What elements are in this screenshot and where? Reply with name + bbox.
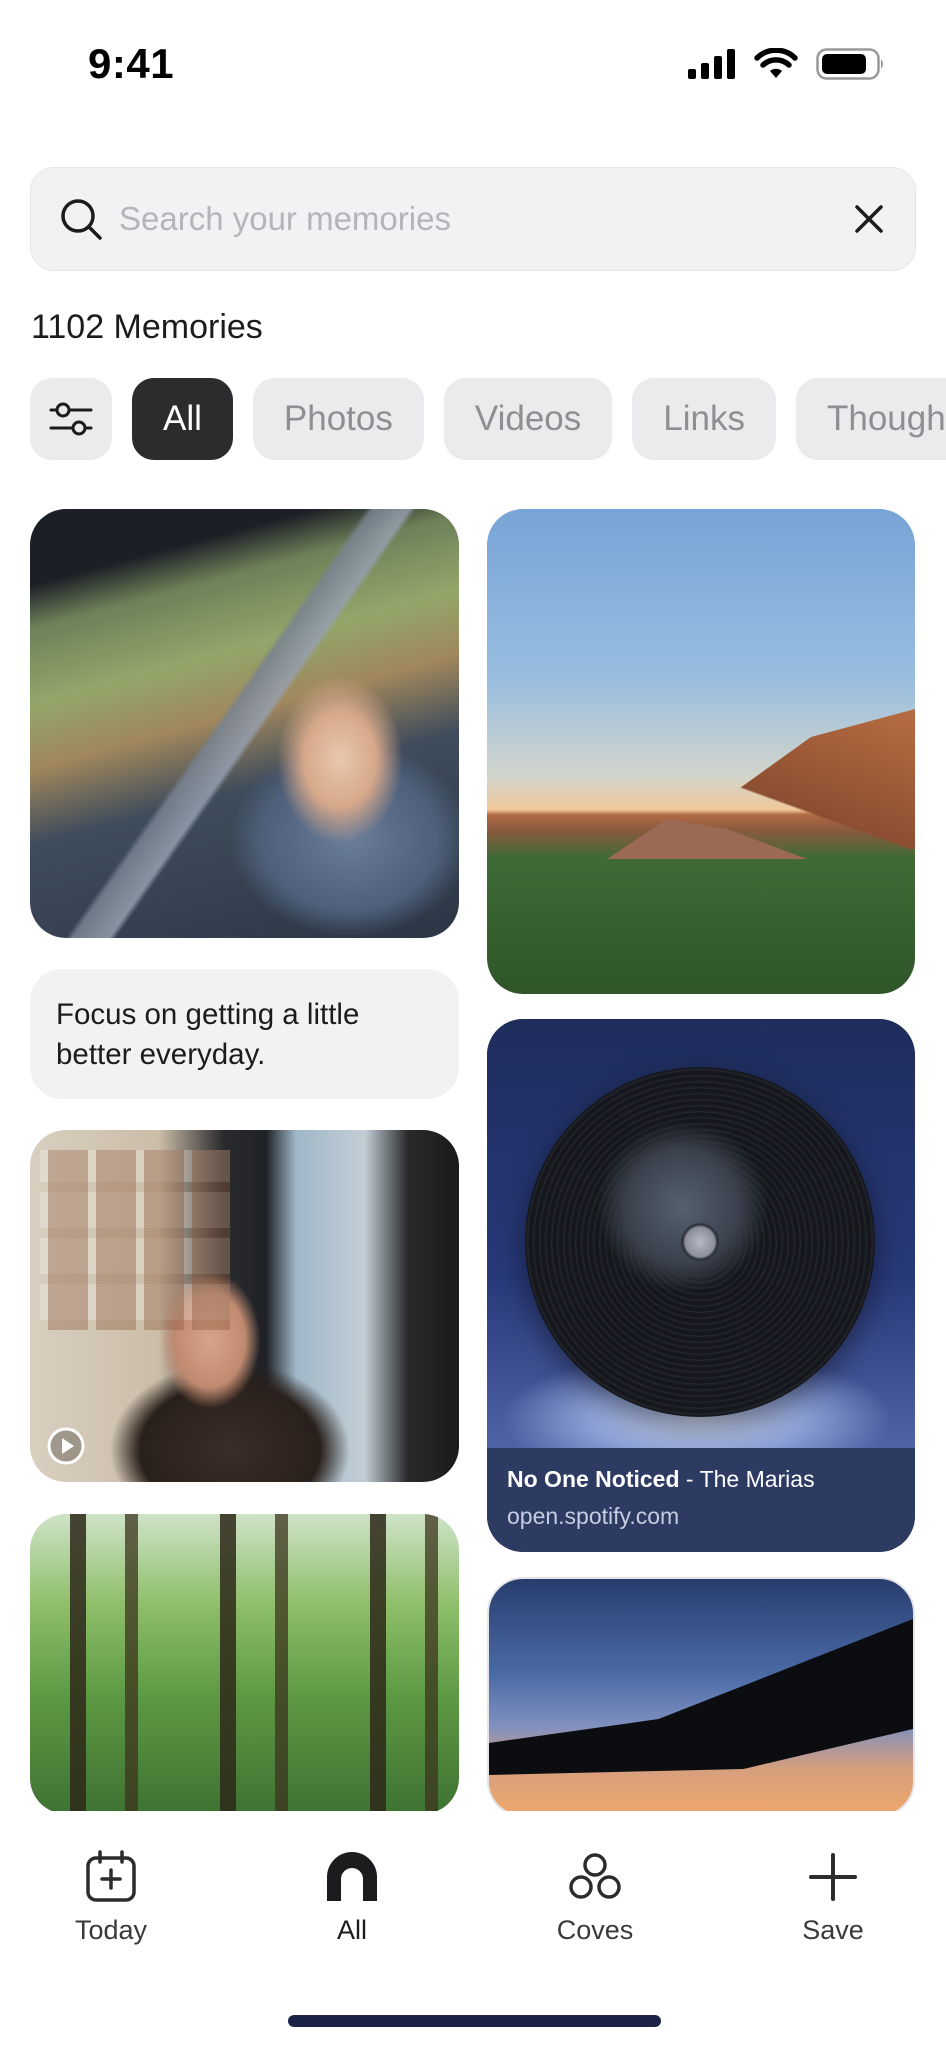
arch-icon	[327, 1852, 377, 1901]
link-domain: open.spotify.com	[507, 1503, 680, 1529]
status-time: 9:41	[88, 40, 175, 87]
tab-label-save: Save	[802, 1915, 864, 1945]
play-icon	[47, 1427, 85, 1465]
filter-settings-button[interactable]	[30, 378, 112, 460]
link-artist: The Marias	[699, 1466, 815, 1492]
status-bar: 9:41	[0, 0, 946, 130]
link-meta: No One Noticed - The Marias open.spotify…	[487, 1448, 915, 1552]
tab-bar: Today All Coves Save	[0, 1811, 946, 2048]
tab-coves[interactable]: Coves	[515, 1849, 675, 1946]
tab-label-all: All	[336, 1915, 367, 1945]
coves-icon	[569, 1853, 621, 1899]
memory-photo-car[interactable]	[30, 509, 459, 938]
memories-count: 1102 Memories	[31, 308, 263, 346]
chip-links[interactable]: Links	[632, 378, 776, 460]
search-bar[interactable]	[30, 167, 916, 271]
memory-photo-mountain[interactable]	[487, 509, 915, 994]
tab-save[interactable]: Save	[753, 1849, 913, 1946]
chip-thoughts[interactable]: Thoughts	[795, 378, 946, 460]
filter-chip-row: All Photos Videos Links Thoughts	[30, 378, 946, 460]
link-separator: -	[679, 1466, 700, 1492]
close-icon[interactable]	[851, 201, 887, 237]
tab-today[interactable]: Today	[31, 1849, 191, 1946]
link-title: No One Noticed - The Marias	[507, 1466, 895, 1493]
signal-icon	[688, 49, 735, 79]
sliders-icon	[49, 402, 93, 436]
video-thumbnail	[40, 1150, 230, 1330]
status-icons	[688, 48, 886, 80]
search-icon	[61, 199, 102, 240]
photo-image	[489, 1619, 913, 1815]
memory-link-card[interactable]: No One Noticed - The Marias open.spotify…	[487, 1019, 915, 1552]
chip-all[interactable]: All	[132, 378, 233, 460]
memories-screen: 9:41 Search your memories 1102 Memories …	[0, 0, 946, 2048]
calendar-plus-icon	[86, 1850, 136, 1902]
tab-label-today: Today	[74, 1915, 148, 1945]
chip-photos[interactable]: Photos	[252, 378, 424, 460]
memory-photo-forest[interactable]	[30, 1514, 459, 1814]
chip-videos[interactable]: Videos	[443, 378, 613, 460]
tab-label-coves: Coves	[556, 1915, 634, 1945]
wifi-icon	[754, 48, 798, 78]
tab-all[interactable]: All	[272, 1849, 432, 1946]
plus-icon	[809, 1853, 857, 1901]
thought-text: Focus on getting a little better everyda…	[56, 998, 360, 1071]
link-preview-image	[487, 1019, 915, 1448]
battery-icon	[816, 48, 883, 80]
photo-image	[30, 509, 459, 938]
vinyl-record-image	[525, 1067, 875, 1417]
memory-thought-card[interactable]: Focus on getting a little better everyda…	[30, 969, 459, 1099]
memory-photo-sunset[interactable]	[487, 1577, 915, 1817]
search-input[interactable]	[119, 200, 851, 238]
home-indicator	[288, 2015, 661, 2027]
memory-video-pizza[interactable]	[30, 1130, 459, 1482]
link-song-title: No One Noticed	[507, 1466, 680, 1492]
